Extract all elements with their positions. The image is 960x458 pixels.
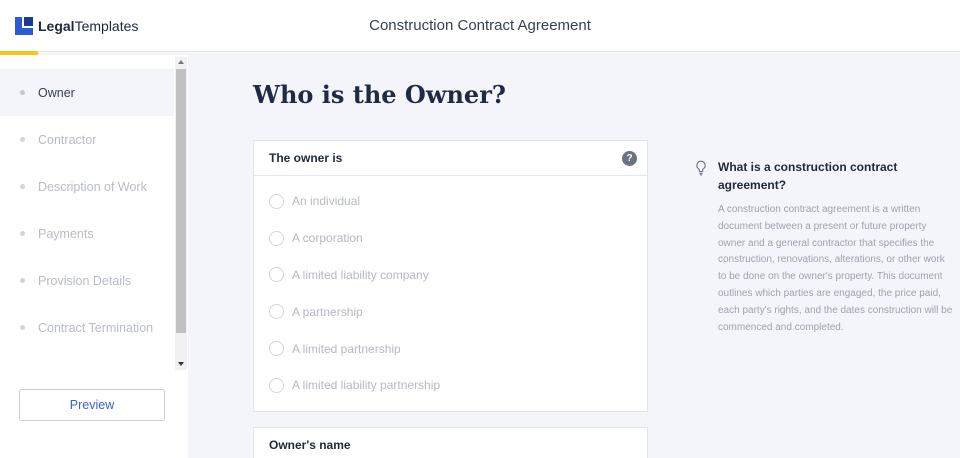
owner-name-question: Owner's name xyxy=(253,427,648,458)
radio-button[interactable] xyxy=(269,304,284,320)
document-title: Construction Contract Agreement xyxy=(369,17,591,34)
bullet-icon xyxy=(20,137,25,142)
lightbulb-icon xyxy=(696,160,706,176)
radio-label: A limited partnership xyxy=(292,341,401,356)
bullet-icon xyxy=(20,184,25,189)
sidebar-item-contract-termination[interactable]: Contract Termination xyxy=(0,304,174,351)
radio-button[interactable] xyxy=(269,341,284,357)
radio-option-partnership[interactable]: A partnership xyxy=(254,293,647,330)
radio-option-individual[interactable]: An individual xyxy=(254,183,647,220)
radio-label: A limited liability partnership xyxy=(292,378,441,393)
top-header: LegalTemplates Construction Contract Agr… xyxy=(0,0,960,52)
radio-label: An individual xyxy=(292,194,361,209)
radio-label: A corporation xyxy=(292,231,363,246)
scrollbar-thumb[interactable] xyxy=(176,69,186,333)
radio-button[interactable] xyxy=(269,267,284,283)
page-title: Who is the Owner? xyxy=(253,80,506,109)
radio-button[interactable] xyxy=(269,230,284,246)
sidebar-item-label: Contract Termination xyxy=(38,320,154,335)
help-icon[interactable]: ? xyxy=(622,151,637,166)
sidebar-item-payments[interactable]: Payments xyxy=(0,210,174,257)
sidebar-nav: Owner Contractor Description of Work Pay… xyxy=(0,69,174,351)
sidebar-item-owner[interactable]: Owner xyxy=(0,69,174,116)
question-label: Owner's name xyxy=(269,437,351,452)
radio-label: A partnership xyxy=(292,304,363,319)
question-header: The owner is ? xyxy=(254,141,647,176)
sidebar-item-description-of-work[interactable]: Description of Work xyxy=(0,163,174,210)
question-label: The owner is xyxy=(269,151,343,165)
sidebar-item-label: Description of Work xyxy=(38,179,147,194)
radio-option-llp[interactable]: A limited liability partnership xyxy=(254,367,647,404)
sidebar-item-label: Payments xyxy=(38,226,94,241)
radio-option-limited-partnership[interactable]: A limited partnership xyxy=(254,330,647,367)
info-body: A construction contract agreement is a w… xyxy=(718,204,953,333)
radio-button[interactable] xyxy=(269,193,284,209)
sidebar-item-label: Contractor xyxy=(38,132,97,147)
radio-button[interactable] xyxy=(269,377,284,393)
radio-group: An individual A corporation A limited li… xyxy=(254,176,647,404)
scroll-down-arrow-icon[interactable] xyxy=(178,362,184,366)
sidebar-item-label: Owner xyxy=(38,85,75,100)
bullet-icon xyxy=(20,90,25,95)
preview-button[interactable]: Preview xyxy=(19,389,165,421)
bullet-icon xyxy=(20,278,25,283)
bullet-icon xyxy=(20,325,25,330)
sidebar: Owner Contractor Description of Work Pay… xyxy=(0,55,188,458)
sidebar-scrollbar[interactable] xyxy=(175,57,187,370)
sidebar-item-provision-details[interactable]: Provision Details xyxy=(0,257,174,304)
scroll-up-arrow-icon[interactable] xyxy=(178,60,184,64)
bullet-icon xyxy=(20,231,25,236)
sidebar-item-contractor[interactable]: Contractor xyxy=(0,116,174,163)
radio-label: A limited liability company xyxy=(292,267,429,282)
sidebar-item-label: Provision Details xyxy=(38,273,132,288)
radio-option-corporation[interactable]: A corporation xyxy=(254,220,647,257)
owner-type-question: The owner is ? An individual A corporati… xyxy=(253,140,648,412)
radio-option-llc[interactable]: A limited liability company xyxy=(254,257,647,294)
info-title: What is a construction contract agreemen… xyxy=(718,160,898,192)
